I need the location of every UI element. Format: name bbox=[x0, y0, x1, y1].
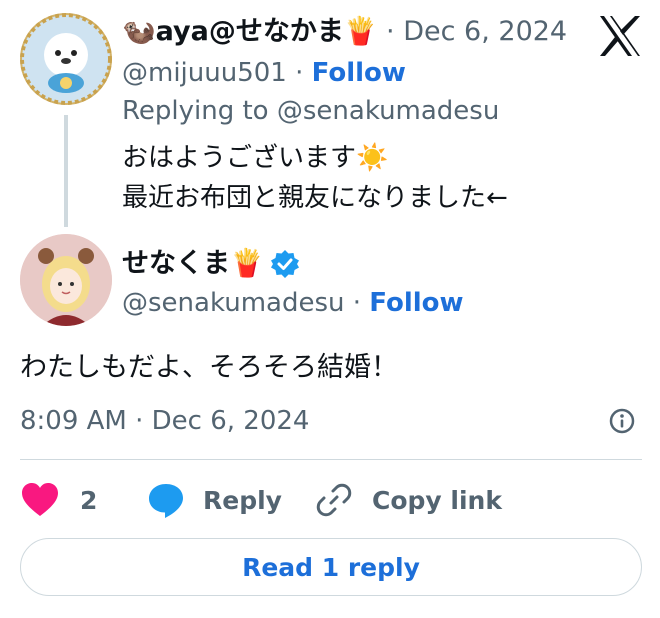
main-handle-separator: · bbox=[352, 288, 370, 318]
read-replies-button[interactable]: Read 1 reply bbox=[20, 538, 642, 596]
reply-bubble-icon bbox=[147, 481, 185, 519]
parent-display-name[interactable]: 🦦aya@せなかま🍟 bbox=[122, 16, 377, 47]
reply-label: Reply bbox=[203, 485, 282, 515]
copy-link-button[interactable]: Copy link bbox=[316, 480, 502, 520]
girl-avatar-illustration bbox=[20, 234, 112, 326]
main-handle[interactable]: @senakumadesu bbox=[122, 288, 344, 318]
parent-handle[interactable]: @mijuuu501 bbox=[122, 58, 287, 88]
parent-date[interactable]: Dec 6, 2024 bbox=[403, 16, 567, 47]
reply-button[interactable]: Reply bbox=[147, 480, 282, 520]
link-chain-icon bbox=[316, 482, 352, 518]
otter-avatar-illustration bbox=[20, 13, 112, 105]
main-tweet-text: わたしもだよ、そろそろ結婚！ bbox=[20, 352, 398, 383]
replying-to-handle[interactable]: @senakumadesu bbox=[277, 96, 499, 126]
divider bbox=[20, 459, 642, 460]
main-timestamp[interactable]: 8:09 AM · Dec 6, 2024 bbox=[20, 404, 309, 438]
thread-connector-line bbox=[64, 115, 68, 227]
like-count: 2 bbox=[80, 485, 98, 515]
parent-follow-link[interactable]: Follow bbox=[312, 58, 406, 88]
parent-text-line-1: おはようございます☀️ bbox=[122, 143, 389, 173]
main-follow-link[interactable]: Follow bbox=[369, 288, 463, 318]
x-logo-icon[interactable] bbox=[597, 14, 643, 58]
replying-to-prefix: Replying to bbox=[122, 96, 269, 126]
parent-text-line-2: 最近お布団と親友になりました← bbox=[122, 183, 508, 213]
verified-badge-icon bbox=[270, 249, 300, 279]
copy-link-label: Copy link bbox=[372, 485, 502, 515]
info-icon[interactable] bbox=[608, 407, 636, 435]
parent-avatar[interactable] bbox=[20, 13, 112, 105]
parent-tweet-text: おはようございます☀️ 最近お布団と親友になりました← bbox=[122, 138, 508, 218]
like-button[interactable]: 2 bbox=[20, 480, 97, 520]
read-replies-label: Read 1 reply bbox=[242, 552, 420, 582]
main-avatar[interactable] bbox=[20, 234, 112, 326]
parent-separator-dot: · bbox=[386, 16, 404, 47]
parent-handle-separator: · bbox=[295, 58, 312, 88]
main-display-name[interactable]: せなくま🍟 bbox=[122, 244, 264, 284]
heart-icon bbox=[20, 482, 60, 518]
